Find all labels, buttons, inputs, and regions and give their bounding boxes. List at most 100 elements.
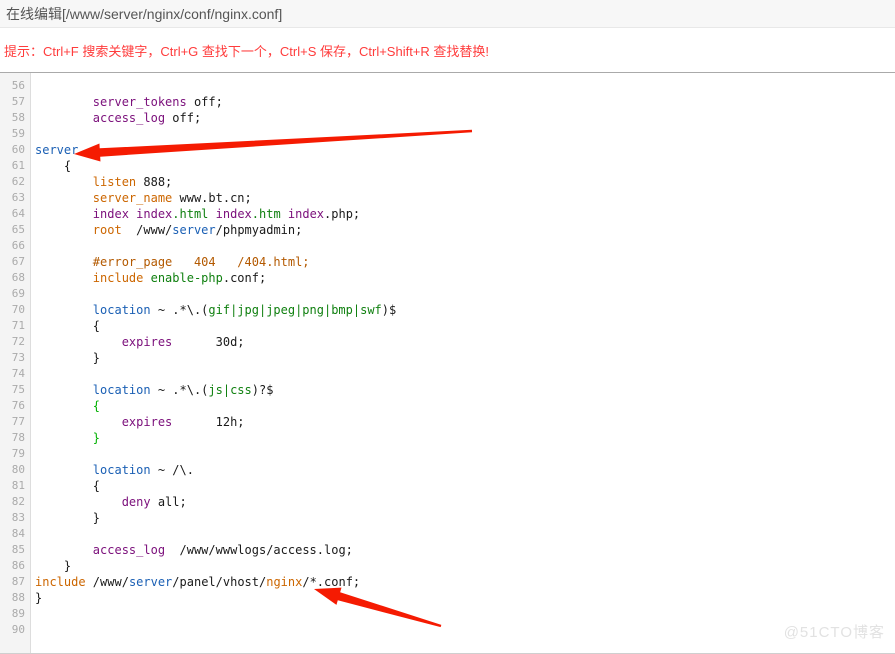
- line-number: 85: [0, 542, 30, 558]
- code-token: /www/: [122, 223, 173, 237]
- code-line[interactable]: {: [35, 318, 895, 334]
- code-line[interactable]: }: [35, 590, 895, 606]
- code-line[interactable]: deny all;: [35, 494, 895, 510]
- code-line[interactable]: #error_page 404 /404.html;: [35, 254, 895, 270]
- code-line[interactable]: listen 888;: [35, 174, 895, 190]
- code-line[interactable]: location ~ .*\.(gif|jpg|jpeg|png|bmp|swf…: [35, 302, 895, 318]
- code-token: server: [129, 575, 172, 589]
- code-token: [143, 271, 150, 285]
- code-line[interactable]: [35, 238, 895, 254]
- line-number: 83: [0, 510, 30, 526]
- line-number: 63: [0, 190, 30, 206]
- line-number: 73: [0, 350, 30, 366]
- line-number: 77: [0, 414, 30, 430]
- line-number: 59: [0, 126, 30, 142]
- line-number: 69: [0, 286, 30, 302]
- code-line[interactable]: {: [35, 158, 895, 174]
- code-token: deny: [122, 495, 151, 509]
- code-line[interactable]: [35, 526, 895, 542]
- code-line[interactable]: location ~ .*\.(js|css)?$: [35, 382, 895, 398]
- line-number: 74: [0, 366, 30, 382]
- code-editor[interactable]: 5657585960616263646566676869707172737475…: [0, 73, 895, 654]
- code-token: .php;: [324, 207, 360, 221]
- code-line[interactable]: [35, 446, 895, 462]
- line-number: 90: [0, 622, 30, 638]
- code-token: [35, 95, 93, 109]
- code-token: [35, 335, 122, 349]
- line-number: 72: [0, 334, 30, 350]
- line-number: 89: [0, 606, 30, 622]
- code-token: [35, 463, 93, 477]
- code-token: .conf;: [223, 271, 266, 285]
- code-token: enable-php: [151, 271, 223, 285]
- code-line[interactable]: [35, 78, 895, 94]
- code-line[interactable]: index index.html index.htm index.php;: [35, 206, 895, 222]
- code-line[interactable]: access_log off;: [35, 110, 895, 126]
- keyboard-shortcut-hint-bar: 提示：Ctrl+F 搜索关键字，Ctrl+G 查找下一个，Ctrl+S 保存，C…: [0, 28, 895, 72]
- code-token: all;: [151, 495, 187, 509]
- line-number: 79: [0, 446, 30, 462]
- code-token: index: [136, 207, 172, 221]
- code-token: [35, 399, 93, 413]
- code-token: /phpmyadmin;: [216, 223, 303, 237]
- line-number: 84: [0, 526, 30, 542]
- code-line[interactable]: server_tokens off;: [35, 94, 895, 110]
- code-token: /www/: [86, 575, 129, 589]
- line-number: 68: [0, 270, 30, 286]
- code-token: }: [35, 559, 71, 573]
- code-line[interactable]: expires 12h;: [35, 414, 895, 430]
- code-line[interactable]: }: [35, 430, 895, 446]
- code-line[interactable]: }: [35, 350, 895, 366]
- code-token: gif|jpg|jpeg|png|bmp|swf: [208, 303, 381, 317]
- code-token: ~ /\.: [151, 463, 194, 477]
- code-line[interactable]: {: [35, 478, 895, 494]
- code-line[interactable]: [35, 286, 895, 302]
- code-token: #error_page 404 /404.html;: [93, 255, 310, 269]
- code-line[interactable]: location ~ /\.: [35, 462, 895, 478]
- code-token: [35, 207, 93, 221]
- code-line[interactable]: server_name www.bt.cn;: [35, 190, 895, 206]
- code-token: www.bt.cn;: [172, 191, 251, 205]
- code-line[interactable]: }: [35, 558, 895, 574]
- code-line[interactable]: include enable-php.conf;: [35, 270, 895, 286]
- code-token: 30d;: [172, 335, 244, 349]
- code-line[interactable]: [35, 126, 895, 142]
- code-token: [35, 303, 93, 317]
- code-token: location: [93, 303, 151, 317]
- code-token: /*.conf;: [302, 575, 360, 589]
- code-line[interactable]: [35, 622, 895, 638]
- code-token: [281, 207, 288, 221]
- watermark: @51CTO博客: [784, 621, 885, 642]
- code-line[interactable]: }: [35, 510, 895, 526]
- code-content-area[interactable]: server_tokens off; access_log off; serve…: [31, 73, 895, 654]
- line-number: 81: [0, 478, 30, 494]
- line-number: 70: [0, 302, 30, 318]
- code-token: nginx: [266, 575, 302, 589]
- code-line[interactable]: root /www/server/phpmyadmin;: [35, 222, 895, 238]
- code-line[interactable]: {: [35, 398, 895, 414]
- code-token: include: [93, 271, 144, 285]
- code-token: {: [35, 319, 100, 333]
- line-number: 61: [0, 158, 30, 174]
- code-token: expires: [122, 415, 173, 429]
- code-line[interactable]: access_log /www/wwwlogs/access.log;: [35, 542, 895, 558]
- code-line[interactable]: [35, 606, 895, 622]
- editor-header-bar: 在线编辑[/www/server/nginx/conf/nginx.conf]: [0, 0, 895, 28]
- code-token: location: [93, 463, 151, 477]
- code-token: [35, 543, 93, 557]
- code-token: server: [35, 143, 78, 157]
- line-number: 88: [0, 590, 30, 606]
- code-token: [35, 495, 122, 509]
- code-line[interactable]: include /www/server/panel/vhost/nginx/*.…: [35, 574, 895, 590]
- code-token: js|css: [208, 383, 251, 397]
- code-token: server: [172, 223, 215, 237]
- line-number: 76: [0, 398, 30, 414]
- code-line[interactable]: [35, 366, 895, 382]
- code-token: }: [35, 511, 100, 525]
- code-token: )$: [382, 303, 396, 317]
- code-line[interactable]: expires 30d;: [35, 334, 895, 350]
- line-number: 65: [0, 222, 30, 238]
- code-line[interactable]: server: [35, 142, 895, 158]
- code-token: 12h;: [172, 415, 244, 429]
- code-token: [35, 111, 93, 125]
